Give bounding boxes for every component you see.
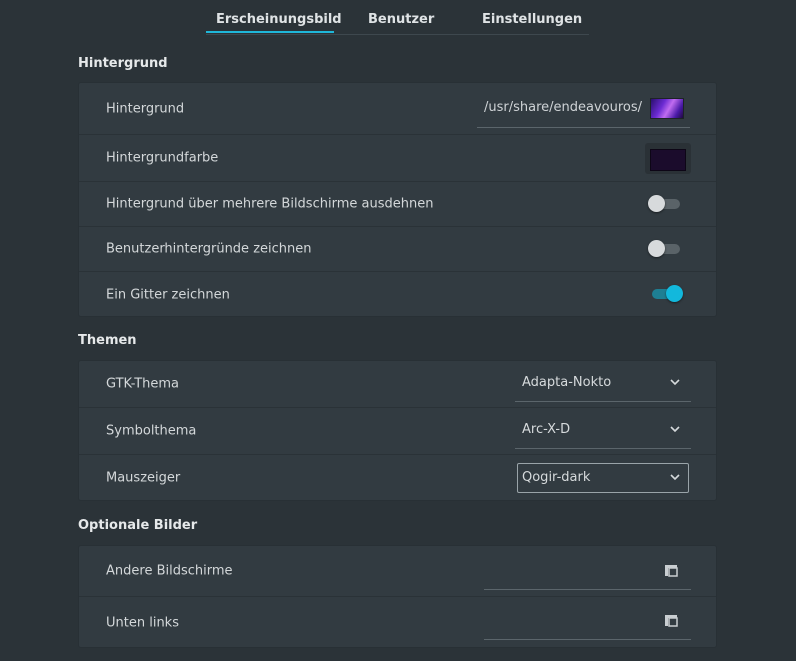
tab-users[interactable]: Benutzer: [368, 12, 434, 27]
row-draw-grid: Ein Gitter zeichnen: [79, 272, 716, 317]
icon-theme-value: Arc-X-D: [522, 422, 571, 437]
row-span-screens: Hintergrund über mehrere Bildschirme aus…: [79, 182, 716, 227]
bottom-left-file-field[interactable]: [484, 602, 691, 640]
tab-appearance[interactable]: Erscheinungsbild: [216, 12, 342, 27]
row-user-backgrounds: Benutzerhintergründe zeichnen: [79, 227, 716, 272]
row-icon-theme: Symbolthema Arc-X-D: [79, 408, 716, 455]
wallpaper-path-text: /usr/share/endeavouros/: [484, 100, 643, 115]
user-backgrounds-toggle[interactable]: [648, 240, 682, 257]
user-backgrounds-label: Benutzerhintergründe zeichnen: [106, 241, 312, 257]
active-tab-indicator: [206, 31, 334, 33]
gtk-theme-dropdown[interactable]: Adapta-Nokto: [515, 366, 691, 402]
folder-open-icon[interactable]: [663, 612, 679, 628]
background-card: Hintergrund /usr/share/endeavouros/ Hint…: [78, 82, 717, 317]
icon-theme-label: Symbolthema: [106, 423, 197, 439]
folder-open-icon[interactable]: [663, 562, 679, 578]
other-screens-file-field[interactable]: [484, 552, 691, 590]
chevron-down-icon: [670, 379, 680, 386]
toggle-knob: [666, 285, 683, 302]
tab-bar: Erscheinungsbild Benutzer Einstellungen: [206, 6, 589, 35]
chevron-down-icon: [670, 474, 680, 481]
wallpaper-label: Hintergrund: [106, 101, 185, 116]
row-gtk-theme: GTK-Thema Adapta-Nokto: [79, 361, 716, 408]
tab-settings[interactable]: Einstellungen: [482, 12, 582, 27]
row-background-color: Hintergrundfarbe: [79, 135, 716, 182]
row-bottom-left: Unten links: [79, 597, 716, 648]
chevron-down-icon: [670, 426, 680, 433]
cursor-theme-label: Mauszeiger: [106, 470, 181, 486]
row-cursor-theme: Mauszeiger Qogir-dark: [79, 455, 716, 501]
background-color-swatch: [650, 149, 686, 171]
cursor-theme-dropdown[interactable]: Qogir-dark: [517, 463, 689, 493]
section-title-optional-images: Optionale Bilder: [78, 518, 198, 533]
wallpaper-path-field[interactable]: /usr/share/endeavouros/: [477, 91, 690, 128]
themes-card: GTK-Thema Adapta-Nokto Symbolthema Arc-X…: [78, 360, 717, 501]
row-wallpaper: Hintergrund /usr/share/endeavouros/: [79, 83, 716, 135]
cursor-theme-value: Qogir-dark: [522, 470, 591, 485]
bottom-left-label: Unten links: [106, 615, 179, 630]
section-title-themes: Themen: [78, 333, 137, 348]
background-color-button[interactable]: [645, 143, 691, 174]
draw-grid-label: Ein Gitter zeichnen: [106, 287, 230, 302]
draw-grid-toggle[interactable]: [650, 285, 683, 302]
toggle-knob: [648, 240, 665, 257]
background-color-label: Hintergrundfarbe: [106, 150, 219, 166]
gtk-theme-value: Adapta-Nokto: [522, 375, 612, 390]
optional-images-card: Andere Bildschirme Unten links: [78, 545, 717, 648]
icon-theme-dropdown[interactable]: Arc-X-D: [515, 413, 691, 449]
row-other-screens: Andere Bildschirme: [79, 546, 716, 597]
gtk-theme-label: GTK-Thema: [106, 376, 180, 392]
span-screens-label: Hintergrund über mehrere Bildschirme aus…: [106, 196, 434, 212]
wallpaper-thumbnail[interactable]: [650, 98, 684, 119]
toggle-knob: [648, 195, 665, 212]
span-screens-toggle[interactable]: [648, 195, 682, 212]
section-title-background: Hintergrund: [78, 56, 168, 71]
other-screens-label: Andere Bildschirme: [106, 563, 233, 579]
